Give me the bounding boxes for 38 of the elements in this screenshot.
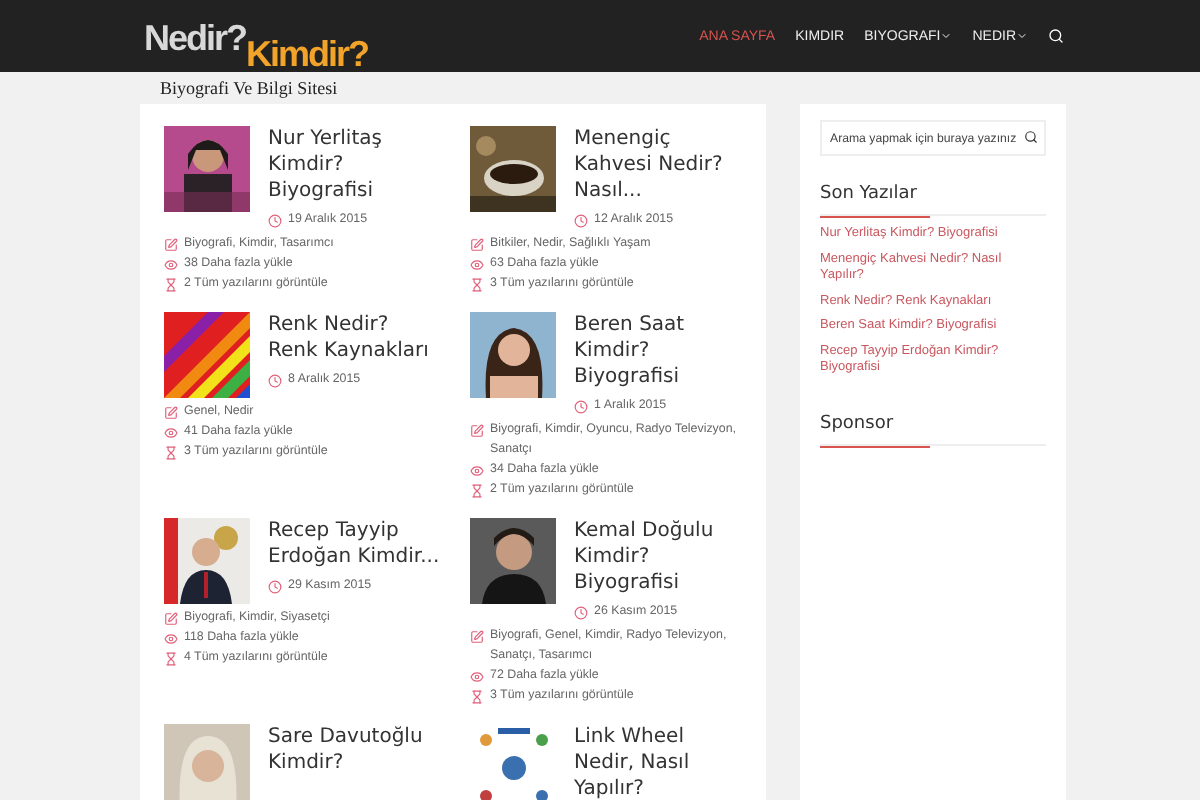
edit-icon: [164, 406, 178, 420]
post-title[interactable]: Sare Davutoğlu Kimdir?: [268, 724, 444, 776]
caret-icon: [940, 30, 953, 42]
clock-icon: [268, 580, 282, 594]
eye-icon: [470, 670, 484, 684]
post-title[interactable]: Nur Yerlitaş Kimdir? Biyografisi: [268, 126, 444, 204]
hourglass-icon: [470, 484, 484, 498]
hourglass-icon: [470, 690, 484, 704]
eye-icon: [164, 258, 178, 272]
edit-icon: [470, 424, 484, 438]
edit-icon: [470, 630, 484, 644]
eye-icon: [164, 632, 178, 646]
edit-icon: [164, 612, 178, 626]
edit-icon: [470, 238, 484, 252]
clock-icon: [574, 400, 588, 414]
search-icon[interactable]: [1024, 130, 1038, 144]
post-title[interactable]: Renk Nedir? Renk Kaynakları: [268, 312, 444, 364]
post-title[interactable]: Recep Tayyip Erdoğan Kimdir...: [268, 518, 444, 570]
caret-icon: [1016, 30, 1028, 42]
post-title[interactable]: Link Wheel Nedir, Nasıl Yapılır?: [574, 724, 750, 800]
hourglass-icon: [164, 446, 178, 460]
logo-word[interactable]: Nedir?: [144, 20, 247, 56]
eye-icon: [470, 464, 484, 478]
post-title[interactable]: Beren Saat Kimdir? Biyografisi: [574, 312, 750, 390]
clock-icon: [268, 374, 282, 388]
site-tagline: Biyografi Ve Bilgi Sitesi: [160, 78, 340, 98]
eye-icon: [470, 258, 484, 272]
clock-icon: [574, 606, 588, 620]
hourglass-icon: [164, 278, 178, 292]
hourglass-icon: [470, 278, 484, 292]
post-title[interactable]: Kemal Doğulu Kimdir? Biyografisi: [574, 518, 750, 596]
clock-icon: [574, 214, 588, 228]
clock-icon: [268, 214, 282, 228]
eye-icon: [164, 426, 178, 440]
post-title[interactable]: Menengiç Kahvesi Nedir? Nasıl...: [574, 126, 750, 204]
logo-word[interactable]: Kimdir?: [246, 36, 369, 72]
hourglass-icon: [164, 652, 178, 666]
edit-icon: [164, 238, 178, 252]
